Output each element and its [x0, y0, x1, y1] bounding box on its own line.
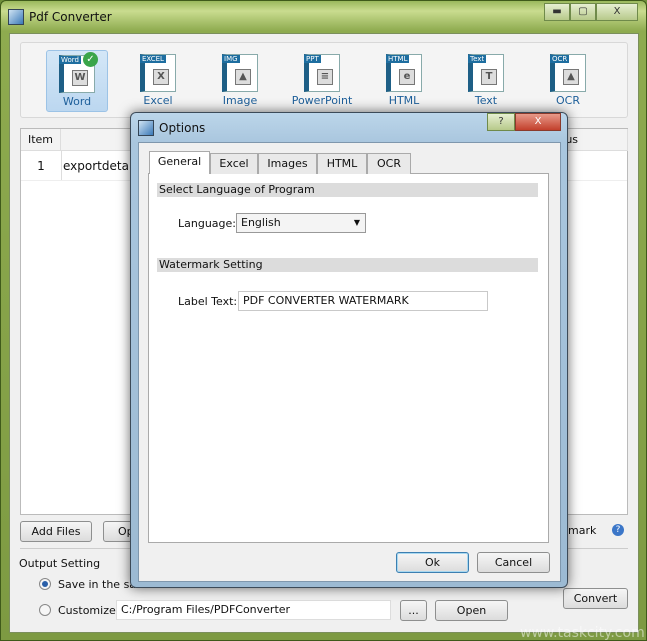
customize-label: Customize	[58, 604, 116, 617]
tab-images[interactable]: Images	[258, 153, 317, 174]
excel-file-icon: EXCEL X	[140, 54, 176, 92]
word-file-icon: Word W ✓	[59, 52, 98, 93]
output-setting-label: Output Setting	[19, 557, 101, 570]
browse-button[interactable]: ...	[400, 600, 427, 621]
tool-excel[interactable]: EXCEL X Excel	[127, 50, 189, 112]
tool-ocr[interactable]: OCR ▲ OCR	[537, 50, 599, 112]
tab-html[interactable]: HTML	[317, 153, 367, 174]
label-text-label: Label Text:	[178, 295, 238, 308]
tool-image[interactable]: IMG ▲ Image	[209, 50, 271, 112]
customize-radio[interactable]	[39, 604, 51, 616]
row-item: 1	[37, 159, 45, 173]
checkmark-icon: ✓	[83, 52, 98, 67]
add-files-button[interactable]: Add Files	[20, 521, 92, 542]
tab-excel[interactable]: Excel	[210, 153, 258, 174]
tool-word[interactable]: Word W ✓ Word	[46, 50, 108, 112]
chevron-down-icon: ▼	[353, 218, 360, 227]
image-file-icon: IMG ▲	[222, 54, 258, 92]
tool-text[interactable]: Text T Text	[455, 50, 517, 112]
maximize-button[interactable]: ▢	[570, 3, 596, 21]
same-folder-radio[interactable]	[39, 578, 51, 590]
tool-html[interactable]: HTML e HTML	[373, 50, 435, 112]
cancel-button[interactable]: Cancel	[477, 552, 550, 573]
same-folder-label: Save in the sa	[58, 578, 137, 591]
minimize-button[interactable]: ▬	[544, 3, 570, 21]
window-title: Pdf Converter	[29, 10, 112, 24]
section-watermark: Watermark Setting	[157, 258, 538, 272]
watermark-option[interactable]: mark	[568, 524, 596, 537]
tool-label: OCR	[556, 94, 580, 107]
tool-powerpoint[interactable]: PPT ≡ PowerPoint	[291, 50, 353, 112]
help-icon[interactable]: ?	[612, 524, 624, 536]
convert-button[interactable]: Convert	[563, 588, 628, 609]
label-text-input[interactable]: PDF CONVERTER WATERMARK	[238, 291, 488, 311]
output-path-input[interactable]: C:/Program Files/PDFConverter	[116, 600, 391, 620]
section-language: Select Language of Program	[157, 183, 538, 197]
tab-ocr[interactable]: OCR	[367, 153, 411, 174]
dialog-close-button[interactable]: X	[515, 113, 561, 131]
tool-label: HTML	[388, 94, 420, 107]
row-file: exportdetail	[61, 151, 136, 180]
tool-label: Excel	[143, 94, 173, 107]
tool-label: Word	[62, 95, 92, 108]
language-value: English	[241, 216, 281, 229]
help-button[interactable]: ?	[487, 113, 515, 131]
dialog-title: Options	[159, 121, 206, 135]
dialog-icon	[138, 120, 154, 136]
app-icon	[8, 9, 24, 25]
powerpoint-file-icon: PPT ≡	[304, 54, 340, 92]
tool-label: Text	[474, 94, 498, 107]
language-label: Language:	[178, 217, 236, 230]
html-file-icon: HTML e	[386, 54, 422, 92]
language-select[interactable]: English ▼	[236, 213, 366, 233]
tab-general[interactable]: General	[149, 151, 210, 174]
open-button[interactable]: Open	[435, 600, 508, 621]
ocr-file-icon: OCR ▲	[550, 54, 586, 92]
tool-label: Image	[222, 94, 258, 107]
header-item[interactable]: Item	[21, 129, 61, 151]
close-button[interactable]: X	[596, 3, 638, 21]
ok-button[interactable]: Ok	[396, 552, 469, 573]
text-file-icon: Text T	[468, 54, 504, 92]
watermark-text: www.taskcity.com	[520, 625, 645, 641]
tool-label: PowerPoint	[291, 94, 353, 107]
